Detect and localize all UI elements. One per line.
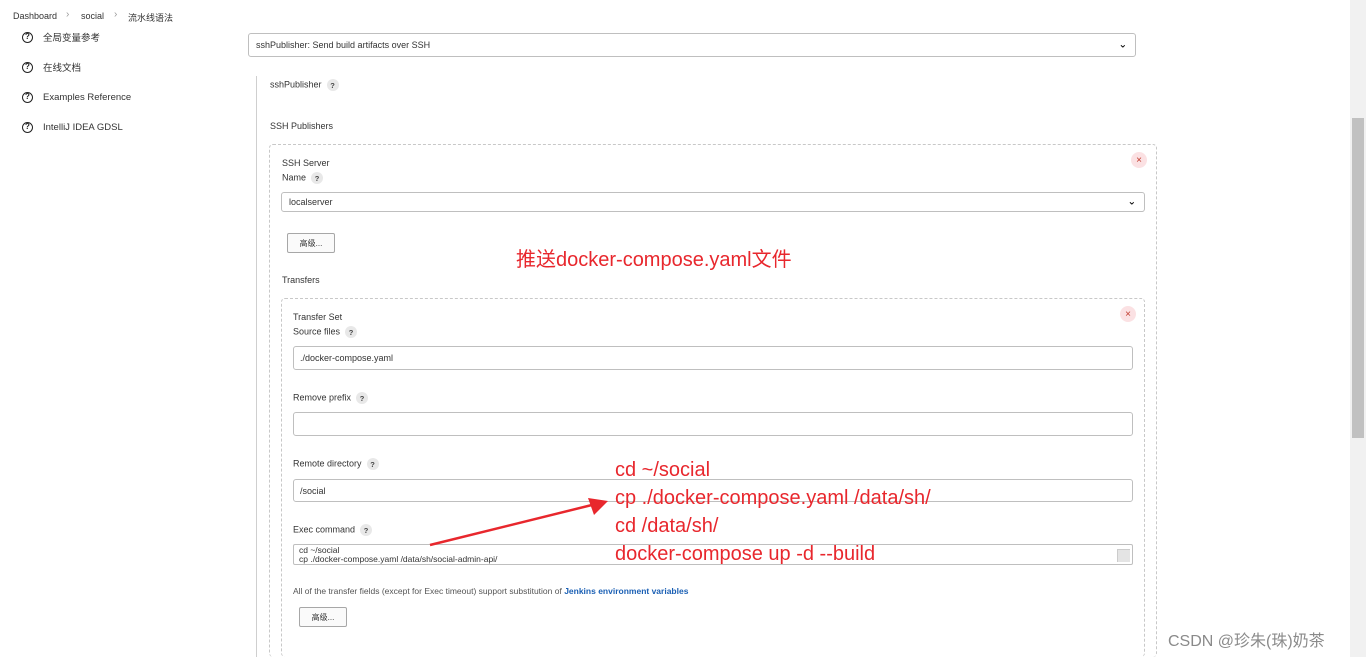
remove-prefix-label-text: Remove prefix	[293, 392, 352, 403]
help-circle-icon: ?	[22, 121, 33, 133]
sidebar-item-global-variables[interactable]: ? 全局变量参考	[22, 29, 100, 45]
help-icon[interactable]: ?	[356, 392, 369, 404]
help-circle-icon: ?	[22, 31, 33, 43]
chevron-down-icon: ⌄	[1127, 196, 1136, 208]
breadcrumb-dashboard[interactable]: Dashboard	[13, 11, 57, 21]
server-name-select[interactable]: localserver ⌄	[281, 192, 1145, 212]
remove-prefix-label: Remove prefix?	[293, 392, 369, 404]
substitution-note: All of the transfer fields (except for E…	[293, 586, 688, 596]
sample-step-select[interactable]: sshPublisher: Send build artifacts over …	[248, 33, 1136, 57]
annotation-push-caption: 推送docker-compose.yaml文件	[516, 249, 792, 271]
breadcrumb-pipeline-syntax[interactable]: 流水线语法	[128, 11, 173, 24]
chevron-down-icon: ⌄	[1118, 39, 1127, 51]
sidebar-item-examples-reference[interactable]: ? Examples Reference	[22, 89, 131, 105]
source-files-value: ./docker-compose.yaml	[300, 353, 394, 363]
resize-grip-icon[interactable]	[1117, 549, 1130, 562]
delete-server-close-icon[interactable]: ×	[1131, 152, 1147, 168]
sidebar-item-label: Examples Reference	[43, 91, 132, 103]
sample-step-value: sshPublisher: Send build artifacts over …	[256, 40, 431, 50]
sshpublisher-label: sshPublisher?	[270, 79, 339, 91]
transfers-label: Transfers	[282, 275, 320, 285]
remote-directory-label: Remote directory?	[293, 458, 379, 470]
source-files-input[interactable]: ./docker-compose.yaml	[293, 346, 1133, 370]
ssh-publishers-label: SSH Publishers	[270, 121, 334, 131]
transfer-advanced-button[interactable]: 高级...	[299, 607, 347, 627]
chevron-right-icon: ›	[114, 9, 118, 20]
annotation-command-line: cd /data/sh/	[615, 515, 719, 537]
annotation-arrow-icon	[429, 498, 608, 547]
sidebar-item-label: 全局变量参考	[43, 33, 101, 44]
server-name-label-text: Name	[282, 172, 307, 183]
sshpublisher-label-text: sshPublisher	[270, 79, 322, 90]
remote-directory-value: /social	[300, 485, 326, 496]
watermark: CSDN @珍朱(珠)奶茶	[1168, 633, 1325, 650]
jenkins-env-vars-link[interactable]: Jenkins environment variables	[564, 586, 688, 596]
transfer-set-heading: Transfer Set	[293, 312, 343, 322]
server-name-label: Name?	[282, 172, 324, 184]
server-name-value: localserver	[289, 197, 333, 207]
exec-command-label: Exec command?	[293, 524, 373, 536]
source-files-label: Source files?	[293, 326, 358, 338]
help-circle-icon: ?	[22, 61, 33, 73]
help-icon[interactable]: ?	[360, 524, 373, 536]
breadcrumb: Dashboard › social › 流水线语法	[0, 0, 1352, 31]
scrollbar-thumb[interactable]	[1352, 118, 1364, 438]
help-icon[interactable]: ?	[311, 172, 324, 184]
sidebar-item-label: IntelliJ IDEA GDSL	[43, 121, 123, 133]
ssh-server-heading: SSH Server	[282, 158, 330, 168]
annotation-commands: cd ~/social cp ./docker-compose.yaml /da…	[615, 456, 931, 568]
help-icon[interactable]: ?	[326, 79, 339, 91]
sidebar-item-online-docs[interactable]: ? 在线文档	[22, 59, 81, 75]
remove-prefix-input[interactable]	[293, 412, 1133, 436]
annotation-command-line: docker-compose up -d --build	[615, 543, 876, 565]
annotation-command-line: cd ~/social	[615, 459, 711, 481]
substitution-note-text: All of the transfer fields (except for E…	[293, 586, 565, 596]
sidebar-item-label: 在线文档	[43, 63, 82, 74]
help-icon[interactable]: ?	[366, 458, 379, 470]
help-icon[interactable]: ?	[345, 326, 358, 338]
delete-transfer-close-icon[interactable]: ×	[1120, 306, 1136, 322]
annotation-command-line: cp ./docker-compose.yaml /data/sh/	[615, 487, 931, 509]
section-divider	[256, 76, 257, 657]
server-advanced-button[interactable]: 高级...	[287, 233, 335, 253]
source-files-label-text: Source files	[293, 326, 341, 337]
breadcrumb-social[interactable]: social	[81, 11, 104, 21]
sidebar-item-intellij-gdsl[interactable]: ? IntelliJ IDEA GDSL	[22, 119, 123, 135]
help-circle-icon: ?	[22, 91, 33, 103]
remote-directory-label-text: Remote directory	[293, 458, 362, 469]
chevron-right-icon: ›	[66, 9, 70, 20]
exec-command-label-text: Exec command	[293, 524, 356, 535]
